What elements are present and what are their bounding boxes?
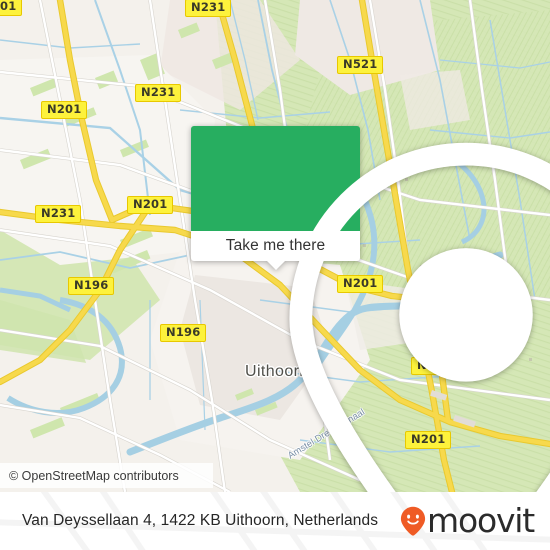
take-me-there-label: Take me there [225,237,326,254]
location-popup-card[interactable]: Take me there [191,126,550,492]
map-screenshot: Uithoorn Amstel Drechtkanaal 01 N231 N52… [0,0,550,550]
moovit-logo[interactable]: moovit [400,501,535,540]
footer-bar: Van Deyssellaan 4, 1422 KB Uithoorn, Net… [0,492,550,550]
road-shield-n196[interactable]: N196 [68,277,115,295]
osm-attribution-text: © OpenStreetMap contributors [9,468,179,483]
road-shield-n231[interactable]: N231 [135,84,182,102]
popup-footer[interactable]: Take me there [191,231,360,270]
road-shield-n521[interactable]: N521 [337,56,384,74]
road-shield-n201-partial[interactable]: 01 [0,0,23,16]
map-pin-icon [289,142,550,492]
popup-tail-icon [266,261,285,270]
road-shield-n231[interactable]: N231 [185,0,232,17]
road-shield-n201[interactable]: N201 [127,196,174,214]
map-canvas[interactable]: Uithoorn Amstel Drechtkanaal 01 N231 N52… [0,0,550,492]
road-shield-n231[interactable]: N231 [35,205,82,223]
popup-header [191,126,550,492]
address-text: Van Deyssellaan 4, 1422 KB Uithoorn, Net… [22,512,379,529]
moovit-wordmark: moovit [427,501,535,540]
moovit-smiley-pin-icon [400,506,426,536]
osm-attribution[interactable]: © OpenStreetMap contributors [0,463,213,488]
road-shield-n201[interactable]: N201 [41,101,88,119]
